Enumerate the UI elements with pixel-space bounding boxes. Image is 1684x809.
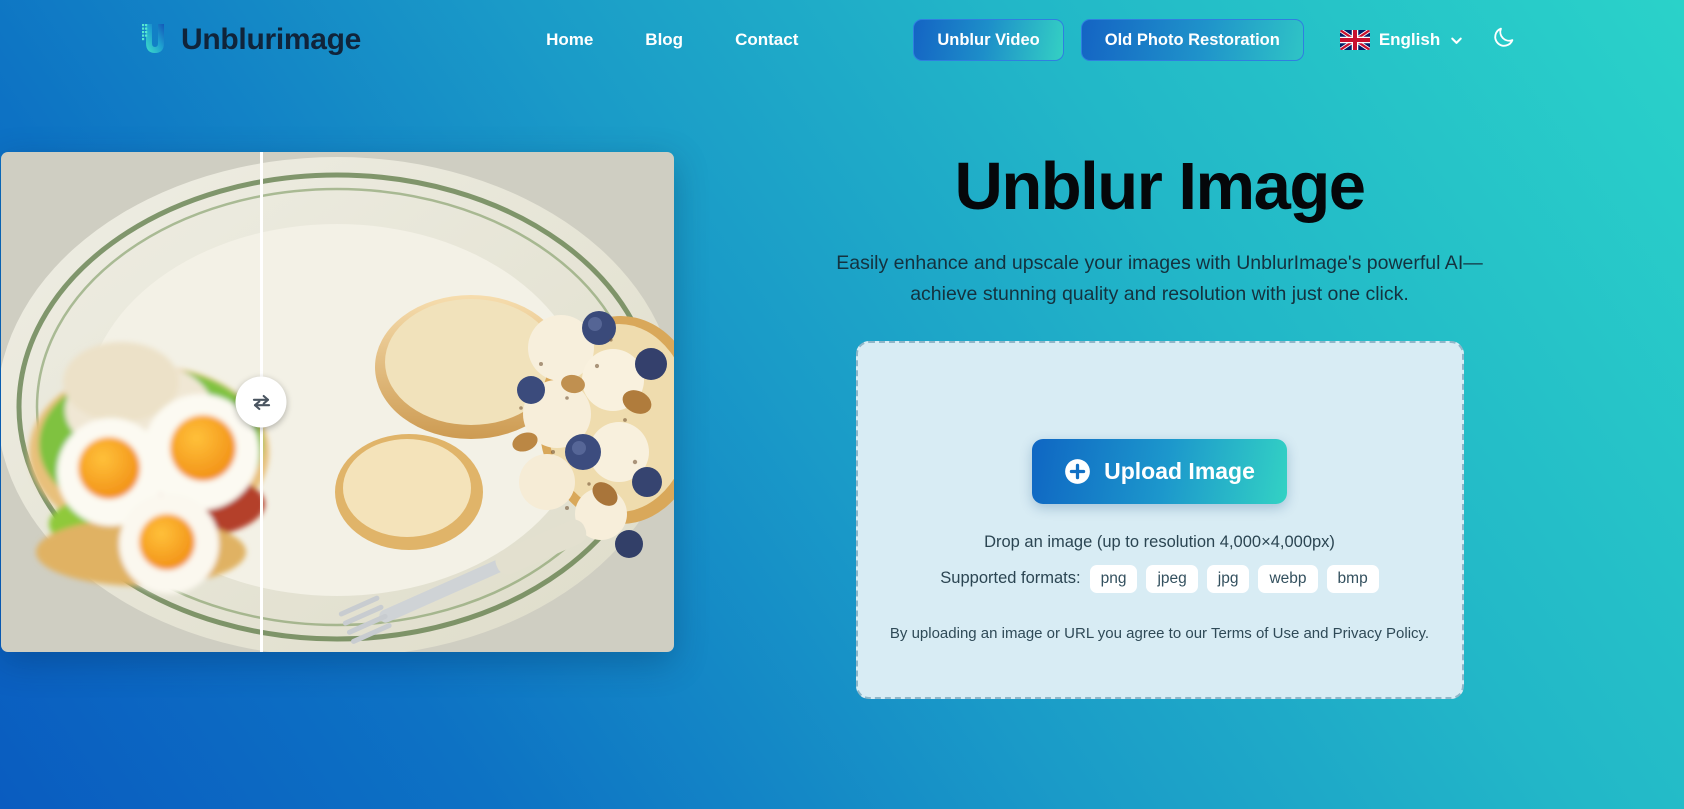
format-chip-jpeg[interactable]: jpeg [1146, 564, 1198, 593]
logo-text: Unblurimage [181, 23, 362, 56]
terms-suffix: . [1424, 624, 1430, 642]
upload-dropzone[interactable]: Upload Image Drop an image (up to resolu… [855, 340, 1464, 699]
uk-flag-icon [1339, 30, 1370, 50]
old-photo-restoration-button[interactable]: Old Photo Restoration [1080, 18, 1304, 62]
main-content: Unblur Image Easily enhance and upscale … [0, 80, 1684, 699]
terms-prefix: By uploading an image or URL you agree t… [889, 624, 1211, 642]
hero-section: Unblur Image Easily enhance and upscale … [675, 149, 1684, 699]
main-nav: Home Blog Contact [546, 30, 798, 50]
header-cta-group: Unblur Video Old Photo Restoration [913, 18, 1304, 62]
comparison-image [1, 152, 674, 652]
terms-of-use-link[interactable]: Terms of Use [1211, 625, 1299, 642]
format-chip-png[interactable]: png [1089, 564, 1138, 593]
privacy-policy-link[interactable]: Privacy Policy [1333, 625, 1425, 642]
hero-subtitle: Easily enhance and upscale your images w… [836, 252, 1483, 305]
site-header: Unblurimage Home Blog Contact Unblur Vid… [0, 0, 1684, 80]
comparison-section [0, 152, 675, 652]
unblurimage-logo-icon [140, 21, 170, 59]
swap-horizontal-icon [248, 389, 274, 415]
nav-link-blog[interactable]: Blog [645, 30, 683, 50]
chevron-down-icon[interactable] [1449, 33, 1464, 48]
upload-image-button[interactable]: Upload Image [1032, 438, 1287, 504]
nav-link-contact[interactable]: Contact [735, 30, 798, 50]
drop-hint-text: Drop an image (up to resolution 4,000×4,… [984, 532, 1335, 551]
moon-icon [1491, 25, 1516, 55]
logo[interactable]: Unblurimage [140, 21, 361, 59]
before-after-comparison[interactable] [1, 152, 674, 652]
format-chip-bmp[interactable]: bmp [1326, 564, 1379, 593]
page-title: Unblur Image [954, 149, 1366, 224]
nav-link-home[interactable]: Home [546, 30, 593, 50]
terms-notice: By uploading an image or URL you agree t… [890, 625, 1429, 642]
format-chip-webp[interactable]: webp [1258, 564, 1318, 593]
terms-conjunction: and [1299, 624, 1333, 642]
language-selector[interactable]: English [1339, 30, 1464, 50]
comparison-slider-handle[interactable] [235, 376, 287, 428]
unblur-video-button[interactable]: Unblur Video [913, 18, 1064, 62]
dark-mode-toggle[interactable] [1488, 25, 1518, 55]
supported-formats: Supported formats: png jpeg jpg webp bmp [940, 564, 1379, 593]
supported-formats-label: Supported formats: [940, 569, 1081, 588]
plus-circle-icon [1064, 458, 1091, 485]
format-chip-jpg[interactable]: jpg [1206, 564, 1250, 593]
language-label: English [1378, 30, 1441, 49]
upload-image-label: Upload Image [1104, 457, 1255, 484]
